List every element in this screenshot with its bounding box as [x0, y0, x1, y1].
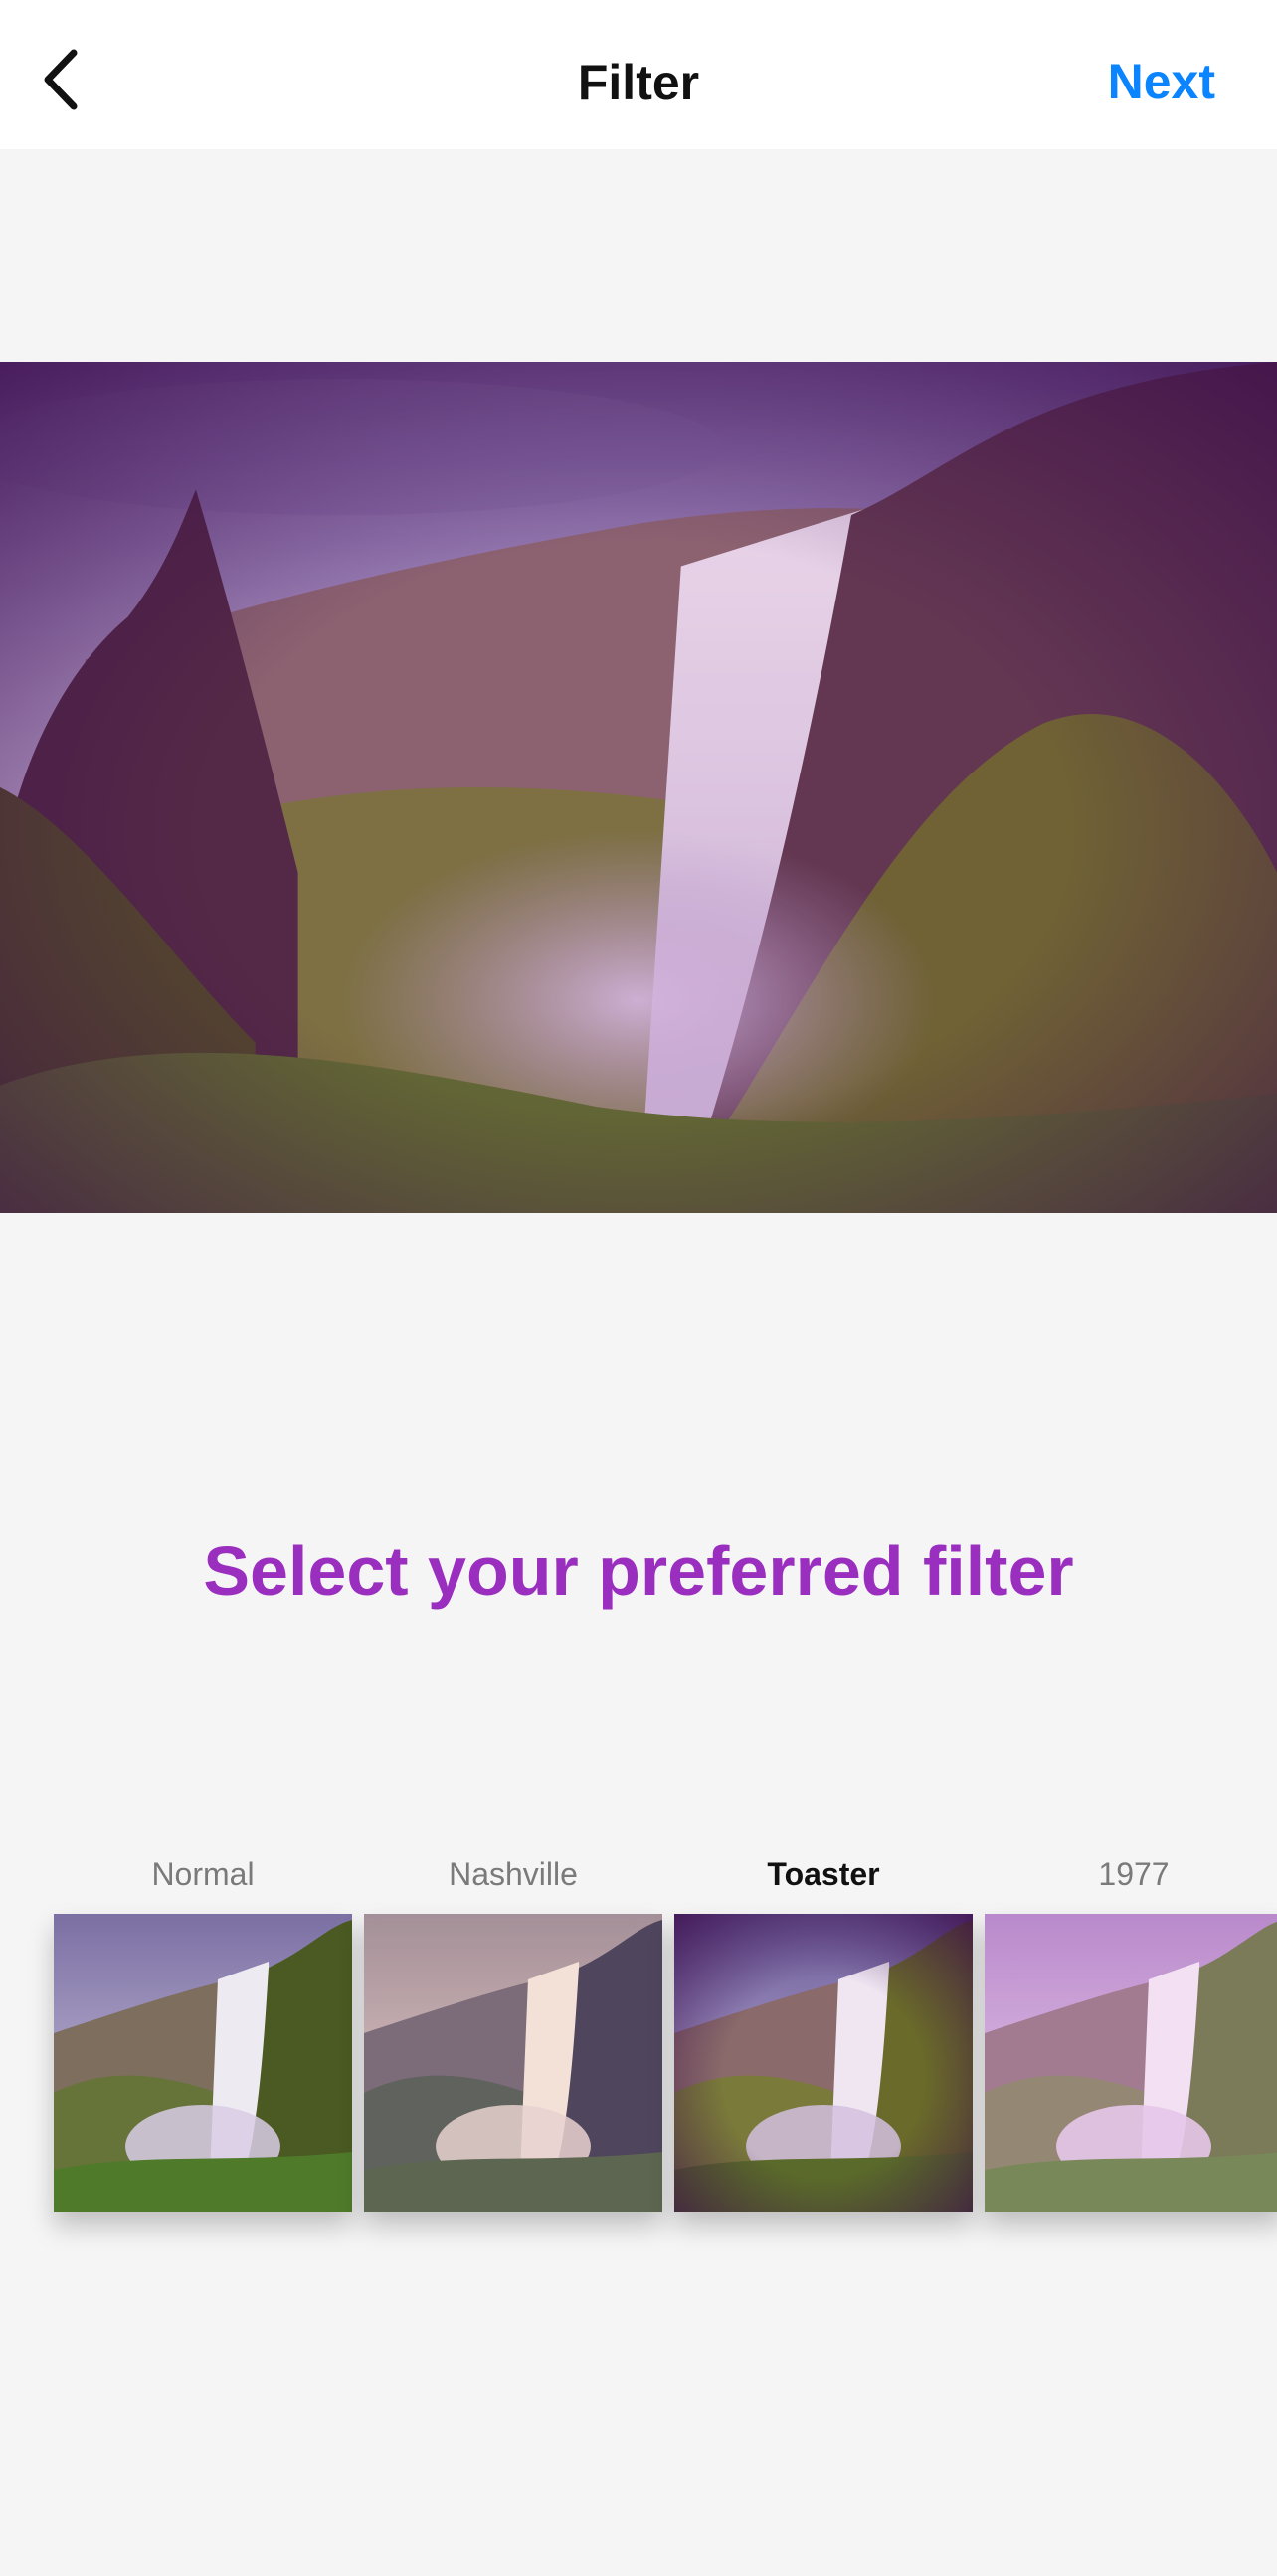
chevron-left-icon [40, 49, 80, 110]
filter-label: Nashville [449, 1856, 578, 1892]
filter-1977[interactable]: 1977 [985, 1839, 1277, 2212]
back-button[interactable] [30, 45, 90, 114]
filter-strip[interactable]: Normal Nashville Toaster 1977 [0, 1839, 1277, 2257]
filter-normal[interactable]: Normal [54, 1839, 352, 2212]
filter-nashville[interactable]: Nashville [364, 1839, 662, 2212]
next-button[interactable]: Next [1108, 52, 1215, 111]
page-title: Filter [577, 55, 700, 110]
filter-toaster[interactable]: Toaster [674, 1839, 973, 2212]
filter-thumbnail[interactable] [674, 1914, 973, 2212]
filter-thumbnail[interactable] [364, 1914, 662, 2212]
filter-label: 1977 [1098, 1856, 1170, 1892]
photo-preview [0, 362, 1277, 1213]
filter-thumbnail[interactable] [54, 1914, 352, 2212]
top-bar: Filter Next [0, 0, 1277, 149]
filter-thumbnail[interactable] [985, 1914, 1277, 2212]
filter-label: Toaster [767, 1856, 880, 1892]
filter-label: Normal [151, 1856, 255, 1892]
prompt-text: Select your preferred filter [203, 1532, 1074, 1610]
